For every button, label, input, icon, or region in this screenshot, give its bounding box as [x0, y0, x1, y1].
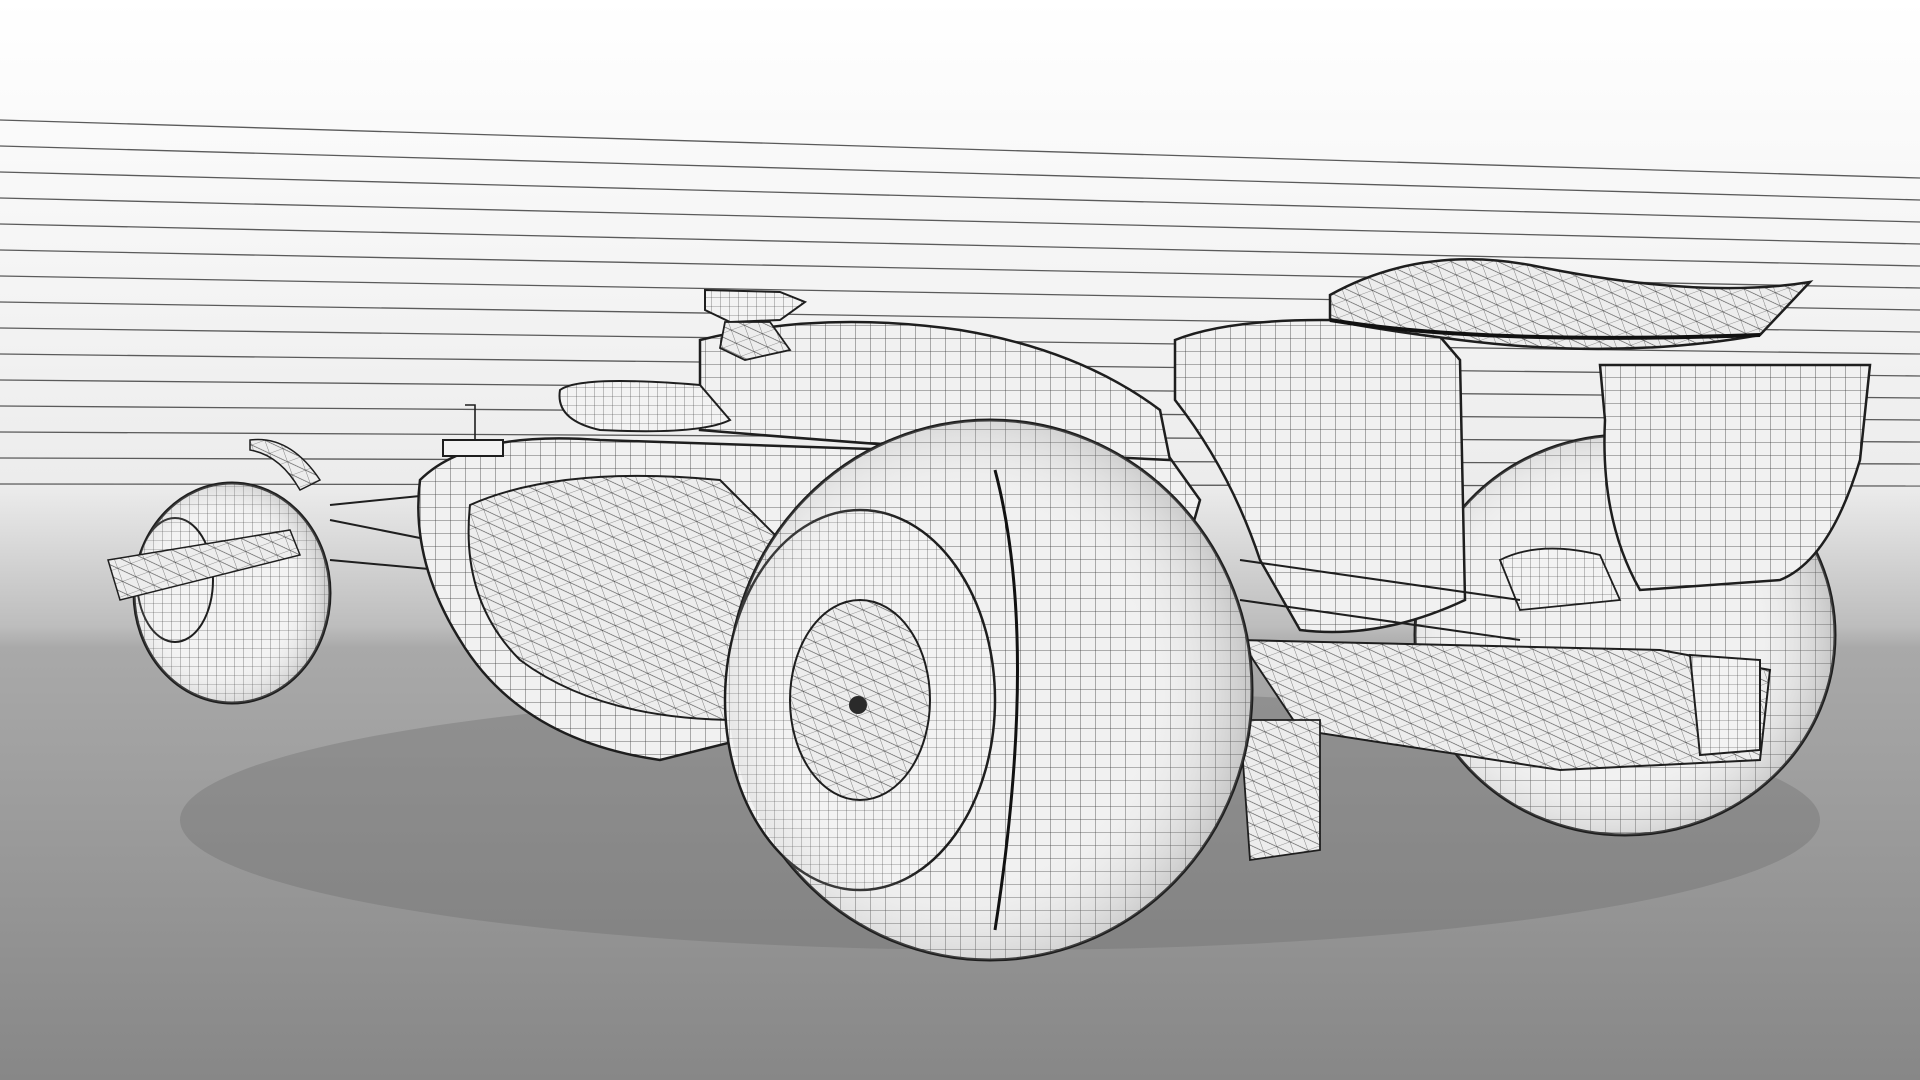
render-viewport [0, 0, 1920, 1080]
front-tire [132, 481, 332, 705]
wireframe-render [0, 0, 1920, 1080]
rear-near-tire [723, 418, 1254, 962]
